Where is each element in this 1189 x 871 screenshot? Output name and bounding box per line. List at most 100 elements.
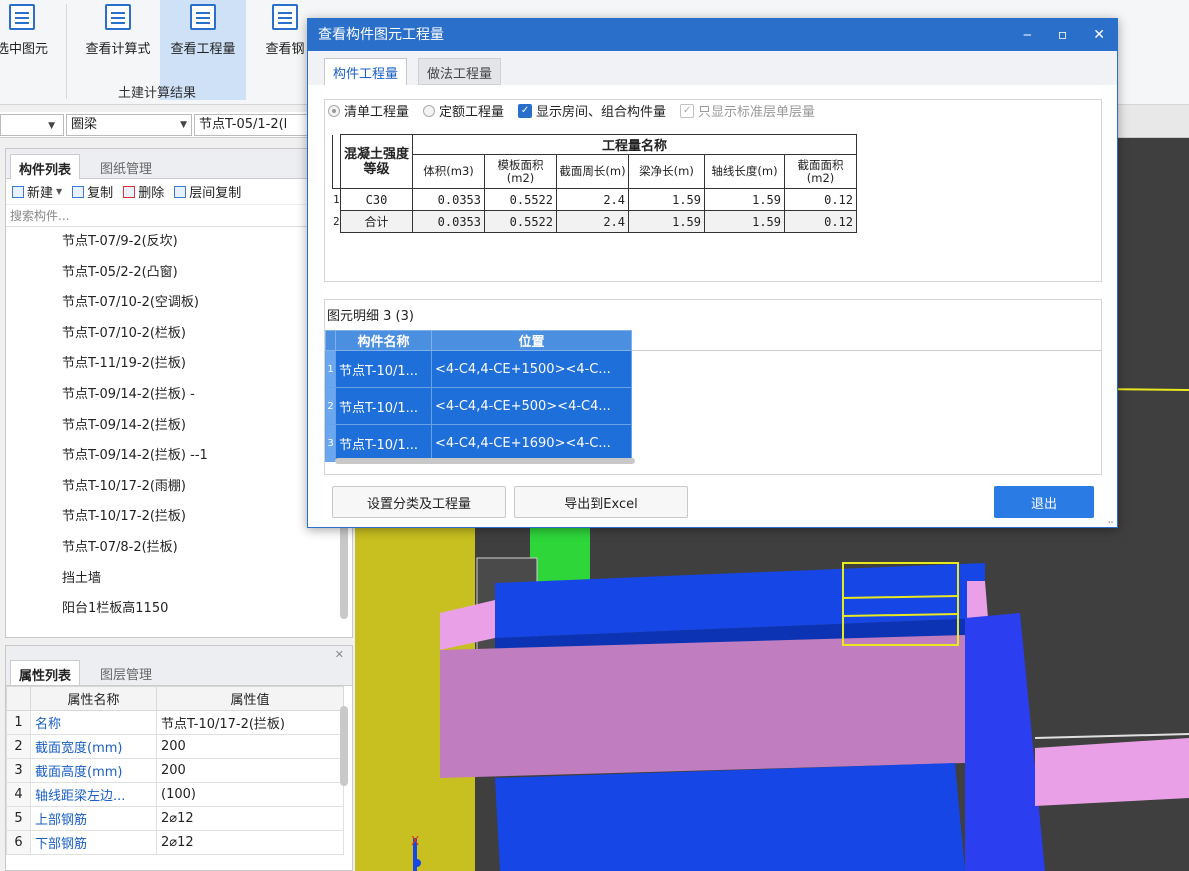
delete-button[interactable]: 删除 [123, 182, 164, 201]
property-value-cell[interactable]: 200 [156, 734, 344, 759]
set-category-button[interactable]: 设置分类及工程量 [332, 486, 506, 518]
property-index-cell: 2 [6, 734, 31, 759]
standard-floor-checkbox[interactable]: ✓ 只显示标准层单层量 [680, 101, 815, 120]
detail-empty-cell [631, 350, 1101, 388]
floor-combo[interactable]: ▼ [0, 114, 64, 136]
property-value-cell[interactable]: 2⌀12 [156, 806, 344, 831]
component-toolbar: 新建 ▼ 复制 删除 层间复制 [6, 179, 352, 205]
component-list: 节点T-07/9-2(反坎) 节点T-05/2-2(凸窗) 节点T-07/10-2(… [6, 227, 352, 625]
ribbon-group-label: 土建计算结果 [118, 86, 197, 101]
list-item[interactable]: 节点T-09/14-2(拦板) [6, 411, 352, 442]
close-icon[interactable]: ✕ [1093, 19, 1105, 51]
dialog-titlebar: 查看构件图元工程量 ‒ ▫ ✕ [308, 19, 1117, 51]
table-row: 2 合计 0.0353 0.5522 2.4 1.59 1.59 0.12 [332, 210, 857, 233]
table-row[interactable]: 6 下部钢筋 2⌀12 [6, 830, 344, 855]
detail-pos-cell: <4-C4,4-CE+1500><4-C... [431, 350, 632, 388]
list-item[interactable]: 节点T-07/8-2(拦板) [6, 533, 352, 564]
detail-name-cell: 节点T-10/1... [335, 350, 432, 388]
tab-component-quantity[interactable]: 构件工程量 [324, 58, 408, 85]
list-item[interactable]: 节点T-09/14-2(拦板) - [6, 380, 352, 411]
detail-row-number-cell: 2 [325, 387, 336, 425]
quantity-name-header: 工程量名称 [412, 134, 857, 155]
tab-component-list[interactable]: 构件列表 [10, 154, 81, 179]
radio-icon [423, 104, 436, 117]
property-index-header [6, 686, 31, 711]
exit-button[interactable]: 退出 [994, 486, 1094, 518]
quantity-value-cell: 0.5522 [484, 188, 557, 211]
ribbon-separator [66, 4, 67, 99]
show-room-checkbox[interactable]: ✓ 显示房间、组合构件量 [518, 101, 666, 120]
quota-quantity-radio[interactable]: 定额工程量 [423, 101, 504, 120]
view-rebar-button[interactable]: 查看钢 [262, 0, 308, 82]
table-row[interactable]: 2 节点T-10/1... <4-C4,4-CE+500><4-C4... [325, 387, 1101, 425]
minimize-icon[interactable]: ‒ [1023, 19, 1032, 51]
checkbox-disabled-icon: ✓ [680, 103, 695, 118]
floor-copy-button[interactable]: 层间复制 [174, 182, 241, 201]
component-search-input[interactable]: 搜索构件... [6, 205, 352, 227]
list-item[interactable]: 节点T-07/10-2(空调板) [6, 288, 352, 319]
list-item[interactable]: 节点T-05/2-2(凸窗) [6, 258, 352, 289]
copy-button[interactable]: 复制 [72, 182, 113, 201]
tab-layer-management[interactable]: 图层管理 [92, 660, 160, 685]
quantity-column-header: 梁净长(m) [628, 154, 705, 189]
detail-empty-cell [631, 387, 1101, 425]
new-button[interactable]: 新建 ▼ [12, 182, 62, 201]
component-name-header: 构件名称 [335, 330, 432, 351]
x-axis-label: X [411, 834, 419, 848]
table-row[interactable]: 2 截面宽度(mm) 200 [6, 734, 344, 759]
table-row[interactable]: 3 节点T-10/1... <4-C4,4-CE+1690><4-C... [325, 424, 1101, 462]
table-row[interactable]: 1 名称 节点T-10/17-2(拦板) [6, 710, 344, 735]
list-item[interactable]: 节点T-09/14-2(拦板) --1 [6, 441, 352, 472]
property-value-cell[interactable]: 2⌀12 [156, 830, 344, 855]
property-value-cell[interactable]: 200 [156, 758, 344, 783]
list-item[interactable]: 节点T-07/9-2(反坎) [6, 227, 352, 258]
property-table: 属性名称 属性值 1 名称 节点T-10/17-2(拦板) 2 截面宽度(mm) 200 3… [6, 686, 344, 855]
list-item[interactable]: 挡土墙 [6, 564, 352, 595]
table-row[interactable]: 4 轴线距梁左边... (100) [6, 782, 344, 807]
tab-property-list[interactable]: 属性列表 [10, 660, 81, 685]
detail-pos-cell: <4-C4,4-CE+1690><4-C... [431, 424, 632, 462]
quantity-value-cell: 1.59 [628, 188, 705, 211]
close-icon[interactable]: ✕ [335, 648, 344, 661]
property-value-header: 属性值 [156, 686, 344, 711]
list-item[interactable]: 节点T-11/19-2(拦板) [6, 349, 352, 380]
table-row[interactable]: 1 节点T-10/1... <4-C4,4-CE+1500><4-C... [325, 350, 1101, 388]
property-value-cell[interactable]: 节点T-10/17-2(拦板) [156, 710, 344, 735]
tab-drawing-management[interactable]: 图纸管理 [92, 154, 160, 179]
quantity-value-cell: 0.12 [784, 188, 857, 211]
list-item[interactable]: 节点T-10/17-2(雨棚) [6, 472, 352, 503]
list-item[interactable]: 节点T-07/10-2(栏板) [6, 319, 352, 350]
quantity-table: 混凝土强度等级 工程量名称 体积(m3) 模板面积(m2) 截面周长(m) 梁净长(m… [332, 134, 857, 233]
row-number: 2 [332, 210, 341, 233]
view-quantity-icon [190, 4, 216, 30]
property-scrollbar[interactable] [340, 706, 348, 786]
position-header: 位置 [431, 330, 632, 351]
tab-method-quantity[interactable]: 做法工程量 [418, 58, 502, 85]
table-row[interactable]: 3 截面高度(mm) 200 [6, 758, 344, 783]
property-name-cell: 名称 [30, 710, 157, 735]
property-index-cell: 1 [6, 710, 31, 735]
element-detail-area: 图元明细 3 (3) 构件名称 位置 1 节点T-10/1... <4-C4,4-C… [324, 299, 1102, 475]
detail-pos-cell: <4-C4,4-CE+500><4-C4... [431, 387, 632, 425]
property-value-cell[interactable]: (100) [156, 782, 344, 807]
select-element-button[interactable]: 选中图元 [0, 0, 58, 82]
bill-quantity-radio[interactable]: 清单工程量 [328, 101, 409, 120]
quantity-value-cell: 2.4 [556, 210, 629, 233]
list-item[interactable]: 节点T-10/17-2(拦板) [6, 502, 352, 533]
quantity-column-header: 体积(m3) [412, 154, 485, 189]
resize-grip-icon[interactable]: ⣀ [1107, 514, 1114, 524]
view-formula-button[interactable]: 查看计算式 [76, 0, 160, 82]
detail-horizontal-scrollbar[interactable] [335, 458, 635, 464]
property-panel-tabs: ✕ 属性列表 图层管理 [6, 646, 352, 686]
maximize-icon[interactable]: ▫ [1058, 19, 1068, 51]
export-excel-button[interactable]: 导出到Excel [514, 486, 688, 518]
dialog-title: 查看构件图元工程量 [318, 27, 444, 43]
pink-slab-right [1035, 738, 1189, 806]
table-row[interactable]: 5 上部钢筋 2⌀12 [6, 806, 344, 831]
list-item[interactable]: 阳台1栏板高1150 [6, 594, 352, 625]
detail-name-cell: 节点T-10/1... [335, 424, 432, 462]
selector-toolbar: ▼ 圈梁 ▼ 节点T-05/1-2(l [0, 112, 330, 138]
component-type-combo[interactable]: 圈梁 ▼ [66, 114, 192, 136]
quantity-column-header: 截面面积(m2) [784, 154, 857, 189]
chevron-down-icon: ▼ [56, 187, 63, 196]
